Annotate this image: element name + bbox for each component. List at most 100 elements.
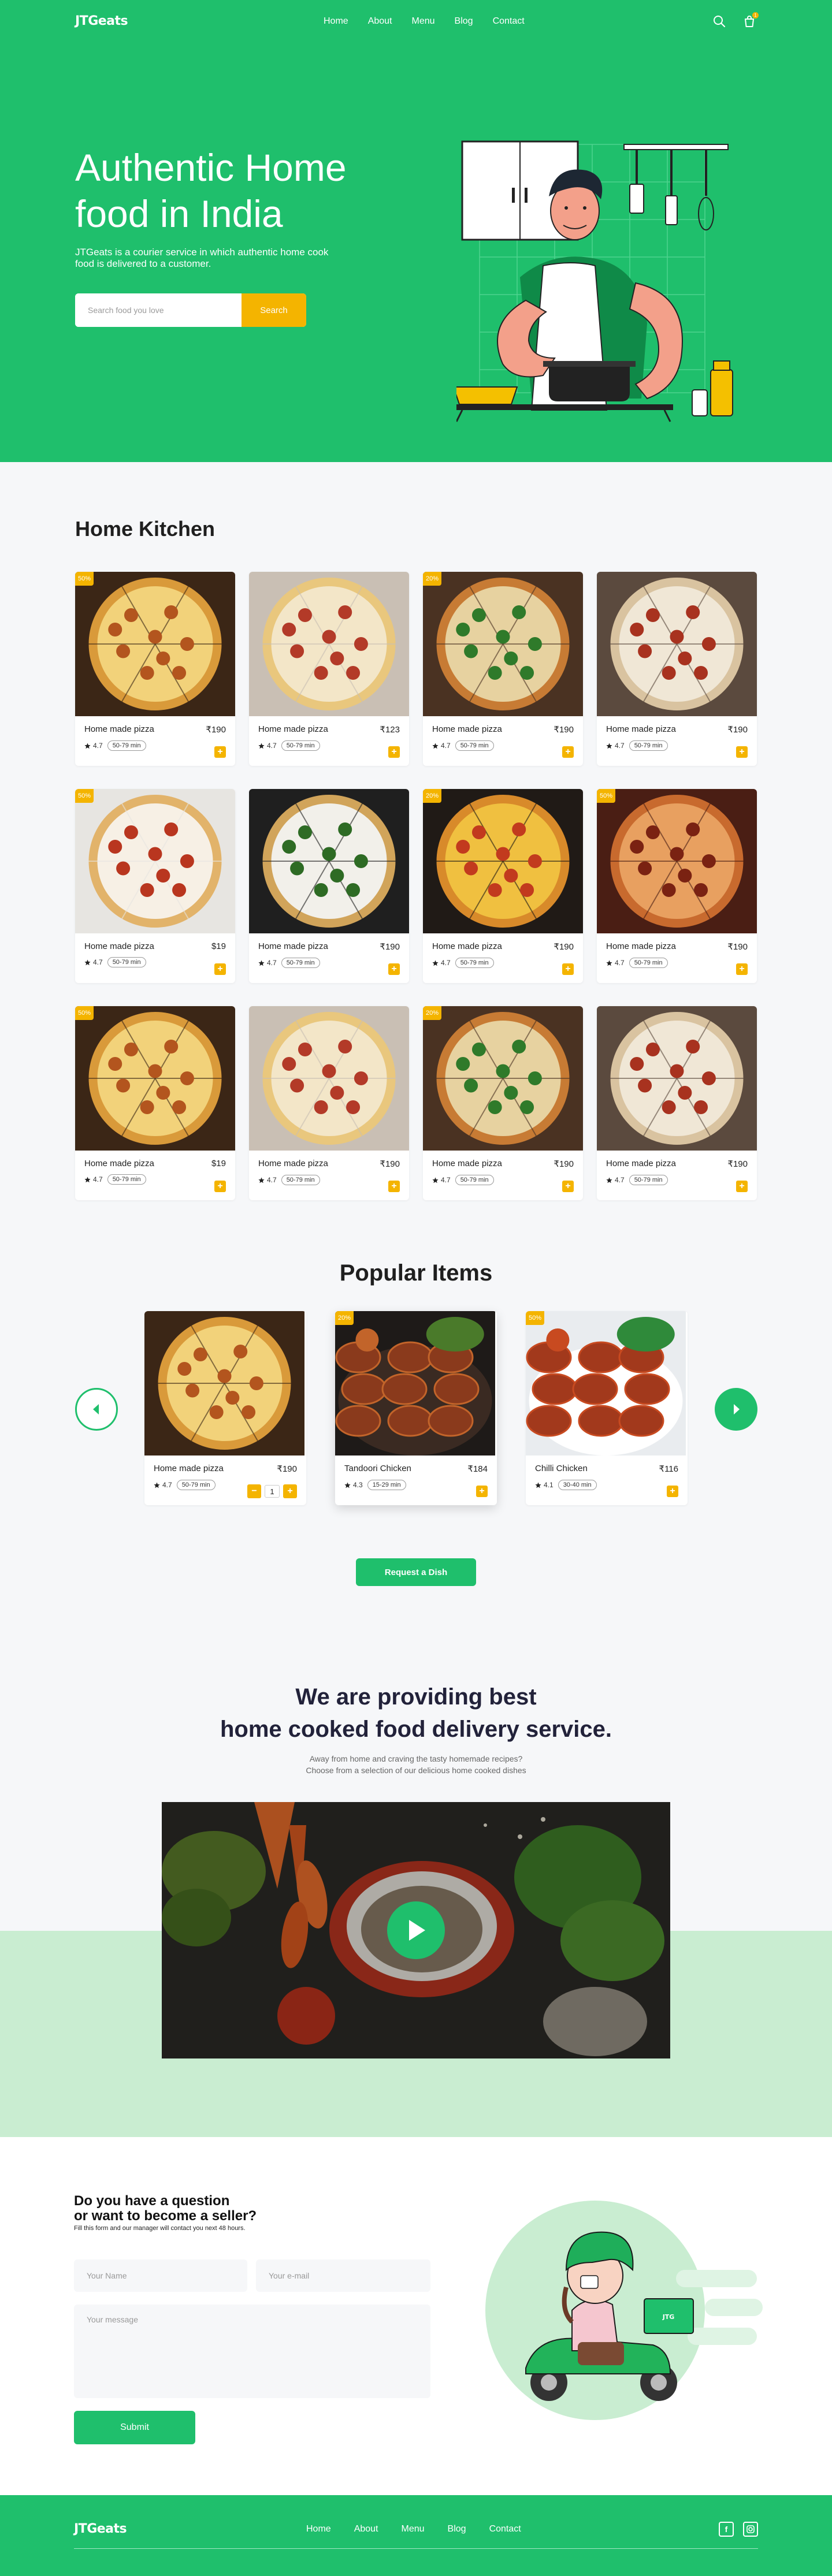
food-card[interactable]: Home made pizza ₹190 4.7 50-79 min − 1 +: [144, 1311, 306, 1505]
footer-nav-menu[interactable]: Menu: [402, 2524, 425, 2534]
message-field[interactable]: [74, 2305, 430, 2398]
carousel-prev-button[interactable]: [75, 1388, 118, 1431]
add-to-cart-button[interactable]: +: [562, 963, 574, 975]
add-to-cart-button[interactable]: +: [388, 1181, 400, 1192]
food-card-header: Home made pizza $19: [75, 1151, 235, 1168]
food-card[interactable]: 50% Home made pizza ₹190 4.7 50-79 min +: [75, 572, 235, 766]
food-card-image[interactable]: 50%: [75, 572, 235, 716]
add-to-cart-button[interactable]: +: [388, 963, 400, 975]
submit-button[interactable]: Submit: [74, 2411, 195, 2444]
delivery-time: 50-79 min: [629, 958, 668, 968]
discount-badge: 50%: [597, 789, 616, 803]
delivery-time: 50-79 min: [629, 1175, 668, 1185]
food-card[interactable]: Home made pizza ₹190 4.7 50-79 min +: [597, 1006, 757, 1200]
food-card-image[interactable]: 50%: [75, 789, 235, 933]
food-card-meta: 4.7 50-79 min: [75, 1168, 235, 1185]
add-to-cart-button[interactable]: +: [562, 746, 574, 758]
food-card[interactable]: Home made pizza ₹123 4.7 50-79 min +: [249, 572, 409, 766]
food-card[interactable]: 50% Home made pizza $19 4.7 50-79 min +: [75, 789, 235, 983]
food-card-image[interactable]: 20%: [335, 1311, 495, 1455]
rating-value: 4.7: [93, 742, 103, 750]
add-to-cart-button[interactable]: +: [388, 746, 400, 758]
food-price: ₹190: [206, 725, 226, 735]
food-name: Home made pizza: [606, 724, 676, 734]
food-card[interactable]: 20% Home made pizza ₹190 4.7 50-79 min +: [423, 789, 583, 983]
food-card-image[interactable]: [249, 1006, 409, 1151]
add-to-cart-button[interactable]: +: [214, 963, 226, 975]
food-card-image[interactable]: [249, 789, 409, 933]
food-card-image[interactable]: 20%: [423, 572, 583, 716]
rating-value: 4.7: [267, 959, 277, 967]
food-card-header: Home made pizza ₹190: [597, 716, 757, 735]
name-field[interactable]: [74, 2259, 247, 2292]
video-player[interactable]: [162, 1802, 670, 2058]
food-card-image[interactable]: [597, 572, 757, 716]
food-price: ₹190: [554, 1159, 574, 1169]
add-to-cart-button[interactable]: +: [562, 1181, 574, 1192]
food-card-header: Chilli Chicken ₹116: [526, 1455, 688, 1474]
food-card-image[interactable]: 20%: [423, 789, 583, 933]
food-card-meta: 4.7 50-79 min: [249, 735, 409, 751]
add-to-cart-button[interactable]: +: [476, 1486, 488, 1497]
food-card[interactable]: Home made pizza ₹190 4.7 50-79 min +: [597, 572, 757, 766]
food-card[interactable]: 50% Home made pizza ₹190 4.7 50-79 min +: [597, 789, 757, 983]
quantity-value[interactable]: 1: [265, 1485, 280, 1498]
instagram-icon[interactable]: [743, 2522, 758, 2537]
food-card[interactable]: Home made pizza ₹190 4.7 50-79 min +: [249, 789, 409, 983]
food-card-header: Home made pizza ₹190: [597, 1151, 757, 1169]
star-icon: [606, 743, 612, 749]
food-card-meta: 4.7 50-79 min: [597, 1169, 757, 1185]
food-image: [423, 789, 583, 933]
footer-nav-about[interactable]: About: [354, 2524, 378, 2534]
carousel-next-button[interactable]: [715, 1388, 757, 1431]
rating-value: 4.7: [267, 1176, 277, 1184]
email-field[interactable]: [256, 2259, 430, 2292]
contact-title-line2: or want to become a seller?: [74, 2208, 257, 2224]
rating: 4.1: [535, 1481, 554, 1489]
food-name: Tandoori Chicken: [344, 1464, 411, 1473]
food-image: [249, 1006, 409, 1151]
food-card-image[interactable]: 50%: [526, 1311, 686, 1455]
facebook-icon[interactable]: f: [719, 2522, 734, 2537]
footer-nav-home[interactable]: Home: [306, 2524, 331, 2534]
food-card[interactable]: 20% Home made pizza ₹190 4.7 50-79 min +: [423, 1006, 583, 1200]
kitchen-section: Home Kitchen 50% Home made pizza ₹190 4.…: [0, 462, 832, 1635]
providing-title: We are providing best home cooked food d…: [0, 1681, 832, 1745]
food-card[interactable]: Home made pizza ₹190 4.7 50-79 min +: [249, 1006, 409, 1200]
add-to-cart-button[interactable]: +: [214, 746, 226, 758]
food-card-image[interactable]: 50%: [597, 789, 757, 933]
food-card-image[interactable]: [597, 1006, 757, 1151]
footer-logo[interactable]: JTGeats: [74, 2522, 127, 2536]
footer-nav-blog[interactable]: Blog: [448, 2524, 466, 2534]
rating: 4.7: [432, 959, 451, 967]
food-card-image[interactable]: 20%: [423, 1006, 583, 1151]
rating-value: 4.7: [441, 959, 451, 967]
food-image: [75, 572, 235, 716]
food-card-meta: 4.7 50-79 min: [597, 952, 757, 968]
star-icon: [432, 1177, 439, 1183]
add-to-cart-button[interactable]: +: [214, 1181, 226, 1192]
food-card[interactable]: 50% Home made pizza $19 4.7 50-79 min +: [75, 1006, 235, 1200]
add-to-cart-button[interactable]: +: [736, 746, 748, 758]
add-to-cart-button[interactable]: +: [736, 963, 748, 975]
food-card-image[interactable]: 50%: [75, 1006, 235, 1151]
food-card-image[interactable]: [144, 1311, 304, 1455]
add-to-cart-button[interactable]: +: [667, 1486, 678, 1497]
food-card[interactable]: 50% Chilli Chicken ₹116 4.1 30-40 min +: [526, 1311, 688, 1505]
play-icon: [409, 1920, 425, 1941]
delivery-time: 50-79 min: [107, 740, 146, 751]
decrease-button[interactable]: −: [247, 1484, 261, 1498]
food-price: ₹190: [277, 1464, 297, 1474]
video-play-button[interactable]: [387, 1901, 445, 1959]
food-card-image[interactable]: [249, 572, 409, 716]
add-to-cart-button[interactable]: +: [736, 1181, 748, 1192]
food-card[interactable]: 20% Tandoori Chicken ₹184 4.3 15-29 min …: [335, 1311, 497, 1505]
increase-button[interactable]: +: [283, 1484, 297, 1498]
delivery-time: 50-79 min: [107, 957, 146, 967]
food-card-meta: 4.7 50-79 min: [597, 735, 757, 751]
footer-nav-contact[interactable]: Contact: [489, 2524, 521, 2534]
request-dish-button[interactable]: Request a Dish: [356, 1558, 476, 1586]
food-name: Home made pizza: [84, 724, 154, 734]
food-card[interactable]: 20% Home made pizza ₹190 4.7 50-79 min +: [423, 572, 583, 766]
food-card-meta: 4.7 50-79 min: [423, 952, 583, 968]
